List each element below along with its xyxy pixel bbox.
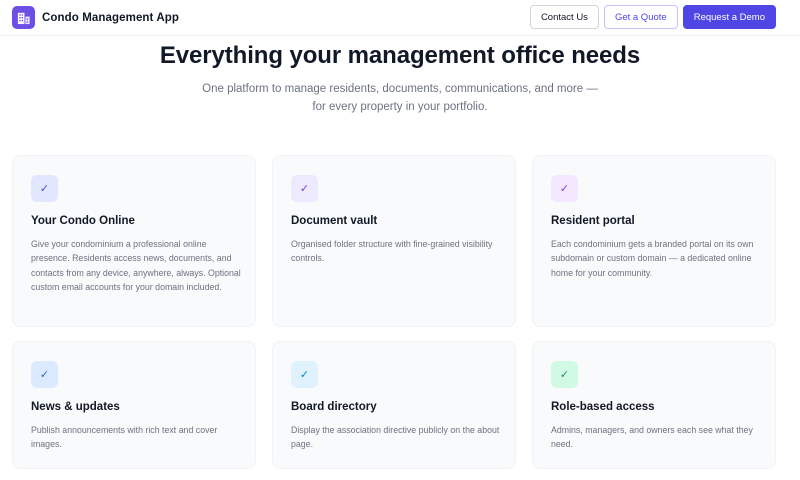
check-icon: ✓ bbox=[551, 175, 578, 202]
feature-title: Resident portal bbox=[551, 215, 635, 227]
feature-card-news-updates: ✓ News & updates Publish announcements w… bbox=[12, 341, 256, 469]
page-subtitle: One platform to manage residents, docume… bbox=[170, 80, 630, 116]
feature-card-condo-online: ✓ Your Condo Online Give your condominiu… bbox=[12, 155, 256, 327]
feature-title: Your Condo Online bbox=[31, 215, 135, 227]
feature-card-role-based-access: ✓ Role-based access Admins, managers, an… bbox=[532, 341, 776, 469]
feature-description: Display the association directive public… bbox=[291, 425, 500, 450]
subtitle-line-1: One platform to manage residents, docume… bbox=[202, 83, 598, 95]
brand[interactable]: Condo Management App bbox=[12, 6, 179, 29]
check-icon: ✓ bbox=[291, 361, 318, 388]
check-icon: ✓ bbox=[291, 175, 318, 202]
top-header: Condo Management App Contact Us Get a Qu… bbox=[0, 0, 800, 36]
check-icon: ✓ bbox=[31, 361, 58, 388]
feature-description: Give your condominium a professional onl… bbox=[31, 239, 241, 292]
feature-title: Role-based access bbox=[551, 401, 655, 413]
get-a-quote-button[interactable]: Get a Quote bbox=[603, 5, 678, 29]
subtitle-line-2: for every property in your portfolio. bbox=[312, 101, 488, 113]
feature-card-document-vault: ✓ Document vault Organised folder struct… bbox=[272, 155, 516, 327]
feature-title: News & updates bbox=[31, 401, 120, 413]
feature-title: Board directory bbox=[291, 401, 377, 413]
feature-description: Organised folder structure with fine-gra… bbox=[291, 239, 493, 264]
header-nav: Contact Us Get a Quote Request a Demo bbox=[529, 5, 776, 29]
check-icon: ✓ bbox=[551, 361, 578, 388]
request-demo-button[interactable]: Request a Demo bbox=[682, 5, 776, 29]
feature-card-board-directory: ✓ Board directory Display the associatio… bbox=[272, 341, 516, 469]
feature-description: Each condominium gets a branded portal o… bbox=[551, 239, 754, 278]
check-icon: ✓ bbox=[31, 175, 58, 202]
feature-description: Publish announcements with rich text and… bbox=[31, 425, 218, 450]
building-icon bbox=[12, 6, 35, 29]
contact-us-button[interactable]: Contact Us bbox=[529, 5, 599, 29]
feature-title: Document vault bbox=[291, 215, 378, 227]
brand-name: Condo Management App bbox=[42, 11, 180, 24]
feature-description: Admins, managers, and owners each see wh… bbox=[551, 425, 753, 450]
feature-card-resident-portal: ✓ Resident portal Each condominium gets … bbox=[532, 155, 776, 327]
page-title: Everything your management office needs bbox=[159, 42, 641, 69]
